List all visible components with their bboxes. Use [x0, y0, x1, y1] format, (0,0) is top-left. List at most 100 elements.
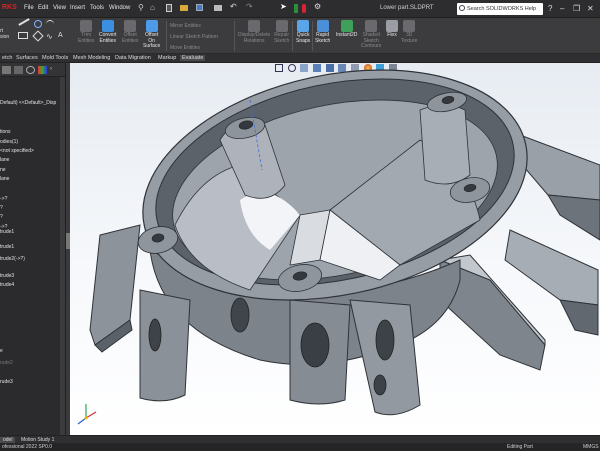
line-tool-icon[interactable] — [18, 18, 30, 26]
graphics-area[interactable] — [70, 63, 600, 435]
tree-item[interactable]: e — [0, 348, 3, 354]
convert-entities-button[interactable]: Convert Entities — [99, 20, 117, 44]
tab-mesh-modeling[interactable]: Mesh Modeling — [71, 55, 112, 61]
reference-triad-icon — [77, 404, 97, 425]
undo-icon[interactable]: ↶ — [230, 2, 237, 11]
open-icon[interactable] — [180, 5, 188, 11]
tree-item[interactable]: rude2 — [0, 360, 13, 366]
tab-sketch[interactable]: etch — [0, 55, 14, 61]
search-icon — [459, 5, 465, 11]
tree-item[interactable]: ? — [0, 205, 3, 211]
shaded-sketch-contours-button[interactable]: Shaded Sketch Contours — [361, 20, 381, 50]
menu-file[interactable]: File — [24, 5, 34, 11]
search-placeholder: Search SOLIDWORKS Help — [467, 6, 537, 12]
instant2d-button[interactable]: Instant2D — [336, 20, 357, 39]
home-icon[interactable]: ⌂ — [150, 3, 155, 12]
restore-button[interactable]: ❐ — [573, 4, 580, 13]
tree-item[interactable]: lane — [0, 157, 9, 163]
trim-entities-button[interactable]: Trim Entities — [78, 20, 94, 44]
rapid-sketch-button[interactable]: Rapid Sketch — [315, 20, 330, 44]
ribbon-separator — [292, 21, 293, 51]
select-cursor-icon[interactable]: ➤ — [280, 2, 287, 11]
3d-texture-button[interactable]: 3D Texture — [401, 20, 417, 44]
rebuild-icon[interactable] — [294, 4, 298, 13]
more-tabs-icon[interactable]: › — [50, 66, 59, 74]
tab-data-migration[interactable]: Data Migration — [113, 55, 153, 61]
repair-sketch-button[interactable]: Repair Sketch — [274, 20, 289, 44]
tab-mold-tools[interactable]: Mold Tools — [40, 55, 70, 61]
redo-icon[interactable]: ↷ — [246, 2, 253, 11]
status-units[interactable]: MMGS — [583, 444, 599, 450]
status-version: ofessional 2022 SP0.0 — [2, 444, 53, 450]
flex-icon — [386, 20, 398, 32]
flex-label: Flex — [387, 32, 397, 38]
help-search-input[interactable]: Search SOLIDWORKS Help — [457, 3, 543, 15]
linear-sketch-pattern-command[interactable]: Linear Sketch Pattern — [170, 34, 218, 40]
property-manager-tab-icon[interactable] — [14, 66, 23, 74]
menu-edit[interactable]: Edit — [38, 5, 48, 11]
menu-tools[interactable]: Tools — [90, 5, 104, 11]
flex-button[interactable]: Flex — [386, 20, 398, 39]
display-manager-tab-icon[interactable] — [38, 66, 47, 74]
tree-item[interactable]: trude1 — [0, 244, 14, 250]
save-icon[interactable] — [196, 4, 203, 11]
texture-icon — [403, 20, 416, 32]
tree-item[interactable]: trude4 — [0, 282, 14, 288]
command-tabs: etch Surfaces Mold Tools Mesh Modeling D… — [0, 54, 600, 63]
instant2d-icon — [340, 20, 353, 32]
ribbon-separator — [234, 21, 235, 51]
close-button[interactable]: ✕ — [587, 4, 594, 13]
relations-label: Display/Delete Relations — [238, 32, 271, 44]
exit-sketch-label[interactable]: rt sion — [0, 28, 9, 40]
tree-item[interactable]: lane — [0, 176, 9, 182]
feature-tree-tab-icon[interactable] — [2, 66, 11, 74]
pin-icon[interactable]: ⚲ — [138, 3, 144, 12]
offset-on-surface-button[interactable]: Offset On Surface — [143, 20, 160, 50]
tab-markup[interactable]: Markup — [156, 55, 178, 61]
menu-view[interactable]: View — [53, 5, 66, 11]
offset-entities-label: Offset Entities — [122, 32, 139, 44]
tree-item[interactable]: trude1 — [0, 229, 14, 235]
offset-surface-icon — [145, 20, 158, 32]
rapid-sketch-icon — [316, 20, 329, 32]
menu-window[interactable]: Window — [109, 5, 130, 11]
menu-insert[interactable]: Insert — [70, 5, 85, 11]
tree-item[interactable]: trude3 — [0, 273, 14, 279]
traffic-light-icon[interactable] — [302, 4, 306, 13]
tree-item[interactable]: tions — [0, 129, 11, 135]
tree-item[interactable]: ? — [0, 214, 3, 220]
polygon-tool-icon[interactable] — [32, 30, 44, 42]
tree-item[interactable]: rude3 — [0, 379, 13, 385]
rectangle-tool-icon[interactable] — [18, 32, 28, 39]
tree-item[interactable]: ->? — [0, 196, 7, 202]
arc-tool-icon[interactable] — [46, 20, 54, 28]
boss-front-left — [139, 289, 191, 402]
tree-item[interactable]: trude2(->?) — [0, 256, 25, 262]
mirror-entities-command[interactable]: Mirror Entities — [170, 23, 201, 29]
tree-item[interactable]: Default) <<Default>_Disp — [0, 100, 56, 106]
bottom-tabs: odel Motion Study 1 — [0, 435, 600, 443]
move-entities-command[interactable]: Move Entities — [170, 45, 200, 51]
spline-tool-icon[interactable]: ∿ — [46, 32, 53, 41]
text-tool-icon[interactable]: A — [58, 32, 63, 39]
offset-entities-button[interactable]: Offset Entities — [122, 20, 138, 44]
configuration-tab-icon[interactable] — [26, 66, 35, 74]
rib-right-lower-side — [559, 299, 599, 336]
tab-evaluate[interactable]: Evaluate — [180, 55, 206, 61]
tree-item[interactable]: ne — [0, 167, 6, 173]
options-gear-icon[interactable]: ⚙ — [314, 2, 321, 11]
tab-surfaces[interactable]: Surfaces — [14, 55, 40, 61]
new-document-icon[interactable] — [166, 4, 172, 12]
tree-item[interactable]: odies(1) — [0, 139, 18, 145]
convert-icon — [101, 20, 114, 32]
print-icon[interactable] — [214, 5, 222, 11]
rib-right-back — [517, 134, 600, 201]
part-model[interactable] — [70, 63, 600, 435]
tree-item[interactable]: <not specified> — [0, 148, 34, 154]
minimize-button[interactable]: – — [560, 4, 564, 13]
quick-snaps-button[interactable]: Quick Snaps — [296, 20, 310, 44]
circle-tool-icon[interactable] — [34, 20, 42, 28]
display-delete-relations-button[interactable]: Display/Delete Relations — [238, 20, 270, 44]
trim-icon — [80, 20, 93, 32]
help-button[interactable]: ? — [548, 4, 552, 13]
